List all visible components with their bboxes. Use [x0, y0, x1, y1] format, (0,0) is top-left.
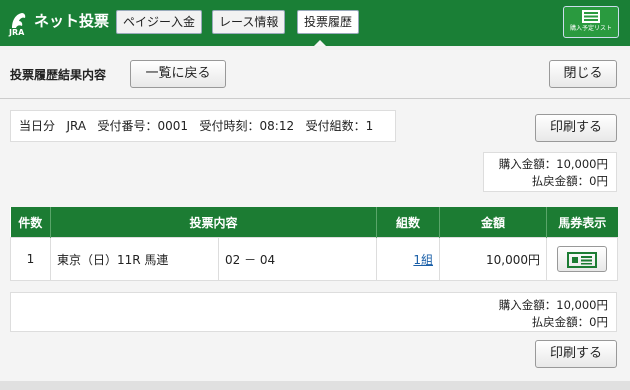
info-org: JRA [66, 119, 87, 133]
history-detail-panel: 投票履歴結果内容 一覧に戻る 閉じる 当日分 JRA 受付番号：0001 受付時… [0, 50, 630, 390]
row-sets-link[interactable]: 1組 [413, 253, 433, 267]
purchase-list-label: 購入予定リスト [569, 25, 612, 32]
row-race: 東京（日）11R 馬連 [50, 237, 219, 281]
list-icon [582, 10, 600, 23]
table-header-row: 件数 投票内容 組数 金額 馬券表示 [10, 207, 618, 238]
nav-race-info[interactable]: レース情報 [212, 10, 286, 34]
col-sets: 組数 [376, 207, 441, 238]
row-no: 1 [10, 237, 51, 281]
col-ticket-view: 馬券表示 [546, 207, 618, 238]
info-receipt-no: 受付番号：0001 [97, 119, 189, 133]
row-amount: 10,000円 [439, 237, 548, 281]
header-divider [0, 98, 630, 99]
footer-purchase: 購入金額：10,000円 [498, 298, 608, 312]
info-receipt-sets: 受付組数：1 [305, 119, 374, 133]
logo-text: JRA [9, 28, 25, 37]
background-page-strip [0, 381, 630, 390]
nav-vote-history[interactable]: 投票履歴 [297, 10, 360, 34]
print-button-bottom[interactable]: 印刷する [535, 340, 617, 368]
purchase-list-button[interactable]: 購入予定リスト [563, 6, 619, 38]
ticket-icon [567, 251, 598, 268]
vote-table: 件数 投票内容 組数 金額 馬券表示 1 東京（日）11R 馬連 02 － 04… [10, 207, 619, 281]
app-title: ネット投票 [34, 12, 110, 30]
col-vote-content: 投票内容 [50, 207, 378, 238]
back-to-list-button[interactable]: 一覧に戻る [130, 60, 226, 88]
receipt-info: 当日分 JRA 受付番号：0001 受付時刻：08:12 受付組数：1 [10, 110, 396, 142]
table-footer-summary: 購入金額：10,000円 払戻金額：0円 [10, 292, 617, 332]
info-receipt-time: 受付時刻：08:12 [199, 119, 295, 133]
info-day: 当日分 [19, 119, 56, 133]
page-title: 投票履歴結果内容 [10, 68, 107, 82]
ticket-view-button[interactable] [557, 246, 608, 272]
top-bar: JRA ネット投票 ペイジー入金 レース情報 投票履歴 購入予定リスト [0, 0, 630, 46]
amount-summary: 購入金額：10,000円 払戻金額：0円 [483, 152, 617, 192]
close-button[interactable]: 閉じる [549, 60, 617, 88]
footer-refund: 払戻金額：0円 [531, 315, 608, 329]
nav-payeasy-deposit[interactable]: ペイジー入金 [116, 10, 203, 34]
summary-refund: 払戻金額：0円 [531, 174, 608, 188]
col-amount: 金額 [439, 207, 548, 238]
print-button-top[interactable]: 印刷する [535, 114, 617, 142]
row-combo: 02 － 04 [217, 237, 378, 281]
col-count: 件数 [10, 207, 51, 238]
summary-purchase: 購入金額：10,000円 [498, 157, 608, 171]
table-row: 1 東京（日）11R 馬連 02 － 04 1組 10,000円 [10, 237, 619, 281]
